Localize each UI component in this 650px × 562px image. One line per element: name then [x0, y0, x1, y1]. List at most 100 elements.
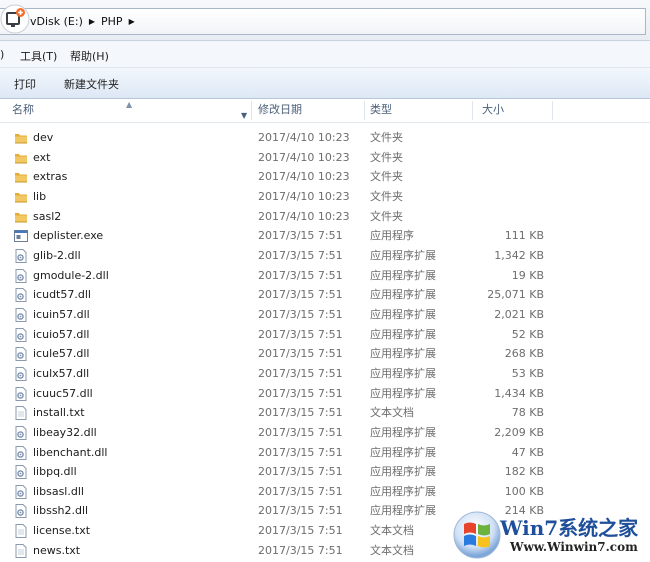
file-type: 应用程序扩展: [370, 248, 436, 262]
file-size: 25,071 KB: [487, 288, 544, 302]
breadcrumb: vDisk (E:) ▶ PHP ▶: [30, 15, 141, 28]
print-button[interactable]: 打印: [14, 76, 36, 92]
file-row[interactable]: dev 2017/4/10 10:23 文件夹: [0, 128, 650, 148]
file-date: 2017/3/15 7:51: [258, 484, 343, 498]
file-size: 78 KB: [511, 406, 544, 420]
file-type: 应用程序扩展: [370, 425, 436, 439]
folder-icon: [14, 151, 28, 165]
file-row[interactable]: libpq.dll 2017/3/15 7:51 应用程序扩展 182 KB: [0, 462, 650, 482]
file-row[interactable]: lib 2017/4/10 10:23 文件夹: [0, 187, 650, 207]
new-folder-button[interactable]: 新建文件夹: [64, 76, 119, 92]
file-name[interactable]: license.txt: [33, 521, 90, 541]
file-type: 文本文档: [370, 524, 414, 538]
file-row[interactable]: gmodule-2.dll 2017/3/15 7:51 应用程序扩展 19 KB: [0, 266, 650, 286]
file-row[interactable]: icule57.dll 2017/3/15 7:51 应用程序扩展 268 KB: [0, 344, 650, 364]
file-type: 应用程序扩展: [370, 465, 436, 479]
column-header-name-label: 名称: [12, 103, 34, 116]
folder-icon: [14, 131, 28, 145]
file-date: 2017/3/15 7:51: [258, 543, 343, 557]
breadcrumb-separator-icon[interactable]: ▶: [89, 17, 95, 26]
file-date: 2017/3/15 7:51: [258, 366, 343, 380]
breadcrumb-php[interactable]: PHP: [101, 15, 123, 28]
file-size: 268 KB: [504, 347, 544, 361]
file-name[interactable]: libpq.dll: [33, 462, 77, 482]
column-header-type[interactable]: 类型: [358, 99, 472, 122]
file-type: 应用程序扩展: [370, 445, 436, 459]
file-name[interactable]: gmodule-2.dll: [33, 266, 109, 286]
file-row[interactable]: icuio57.dll 2017/3/15 7:51 应用程序扩展 52 KB: [0, 325, 650, 345]
file-row[interactable]: icuuc57.dll 2017/3/15 7:51 应用程序扩展 1,434 KB: [0, 384, 650, 404]
file-name[interactable]: icuio57.dll: [33, 325, 89, 345]
breadcrumb-drive[interactable]: vDisk (E:): [30, 15, 83, 28]
file-type: 文本文档: [370, 543, 414, 557]
file-name[interactable]: icudt57.dll: [33, 285, 91, 305]
file-date: 2017/3/15 7:51: [258, 504, 343, 518]
file-date: 2017/4/10 10:23: [258, 189, 350, 203]
file-row[interactable]: libeay32.dll 2017/3/15 7:51 应用程序扩展 2,209 KB: [0, 423, 650, 443]
file-row[interactable]: libenchant.dll 2017/3/15 7:51 应用程序扩展 47 KB: [0, 443, 650, 463]
sort-ascending-icon: ▲: [126, 100, 133, 109]
file-name[interactable]: libeay32.dll: [33, 423, 97, 443]
file-date: 2017/3/15 7:51: [258, 229, 343, 243]
file-type: 应用程序: [370, 229, 414, 243]
file-name[interactable]: icuuc57.dll: [33, 384, 93, 404]
file-size: 19 KB: [511, 268, 544, 282]
folder-icon: [14, 190, 28, 204]
file-row[interactable]: libsasl.dll 2017/3/15 7:51 应用程序扩展 100 KB: [0, 482, 650, 502]
file-name[interactable]: lib: [33, 187, 46, 207]
file-name[interactable]: deplister.exe: [33, 226, 103, 246]
file-name[interactable]: extras: [33, 167, 67, 187]
file-row[interactable]: ext 2017/4/10 10:23 文件夹: [0, 148, 650, 168]
file-name[interactable]: dev: [33, 128, 53, 148]
address-drive-icon[interactable]: [0, 4, 30, 34]
windows-logo-icon: [453, 511, 501, 559]
column-header-date-label: 修改日期: [258, 103, 302, 116]
file-type: 应用程序扩展: [370, 366, 436, 380]
file-row[interactable]: iculx57.dll 2017/3/15 7:51 应用程序扩展 53 KB: [0, 364, 650, 384]
file-name[interactable]: iculx57.dll: [33, 364, 89, 384]
file-name[interactable]: icule57.dll: [33, 344, 90, 364]
menu-tools[interactable]: 工具(T): [20, 48, 57, 64]
dll-icon: [14, 465, 28, 480]
menu-help[interactable]: 帮助(H): [70, 48, 109, 64]
file-name[interactable]: libssh2.dll: [33, 501, 88, 521]
file-row[interactable]: extras 2017/4/10 10:23 文件夹: [0, 167, 650, 187]
watermark: Win7系统之家 Www.Winwin7.com: [452, 508, 648, 562]
column-header-name[interactable]: 名称 ▲ ▼: [0, 99, 251, 122]
dll-icon: [14, 327, 28, 342]
file-type: 应用程序扩展: [370, 307, 436, 321]
file-row[interactable]: icudt57.dll 2017/3/15 7:51 应用程序扩展 25,071 KB: [0, 285, 650, 305]
file-type: 文本文档: [370, 406, 414, 420]
command-bar: 打印 新建文件夹: [0, 68, 650, 99]
file-row[interactable]: glib-2.dll 2017/3/15 7:51 应用程序扩展 1,342 KB: [0, 246, 650, 266]
file-row[interactable]: icuin57.dll 2017/3/15 7:51 应用程序扩展 2,021 KB: [0, 305, 650, 325]
file-row[interactable]: install.txt 2017/3/15 7:51 文本文档 78 KB: [0, 403, 650, 423]
file-size: 1,342 KB: [494, 248, 544, 262]
file-date: 2017/3/15 7:51: [258, 347, 343, 361]
file-type: 应用程序扩展: [370, 288, 436, 302]
file-name[interactable]: ext: [33, 148, 50, 168]
file-name[interactable]: news.txt: [33, 541, 80, 561]
file-name[interactable]: libenchant.dll: [33, 443, 107, 463]
exe-icon: [14, 229, 28, 243]
file-name[interactable]: libsasl.dll: [33, 482, 84, 502]
file-type: 应用程序扩展: [370, 347, 436, 361]
file-row[interactable]: deplister.exe 2017/3/15 7:51 应用程序 111 KB: [0, 226, 650, 246]
file-row[interactable]: sasl2 2017/4/10 10:23 文件夹: [0, 207, 650, 227]
file-size: 100 KB: [504, 484, 544, 498]
column-header-size[interactable]: 大小: [470, 99, 552, 122]
file-name[interactable]: install.txt: [33, 403, 85, 423]
file-date: 2017/4/10 10:23: [258, 209, 350, 223]
column-divider[interactable]: [552, 101, 553, 120]
menu-item-truncated[interactable]: ): [0, 48, 4, 61]
folder-icon: [14, 210, 28, 224]
file-name[interactable]: glib-2.dll: [33, 246, 81, 266]
column-header-date[interactable]: 修改日期: [246, 99, 364, 122]
file-type: 文件夹: [370, 189, 403, 203]
file-name[interactable]: icuin57.dll: [33, 305, 90, 325]
column-headers: 名称 ▲ ▼ 修改日期 类型 大小: [0, 99, 650, 123]
file-name[interactable]: sasl2: [33, 207, 61, 227]
breadcrumb-separator-icon[interactable]: ▶: [129, 17, 135, 26]
dll-icon: [14, 425, 28, 440]
dll-icon: [14, 504, 28, 519]
